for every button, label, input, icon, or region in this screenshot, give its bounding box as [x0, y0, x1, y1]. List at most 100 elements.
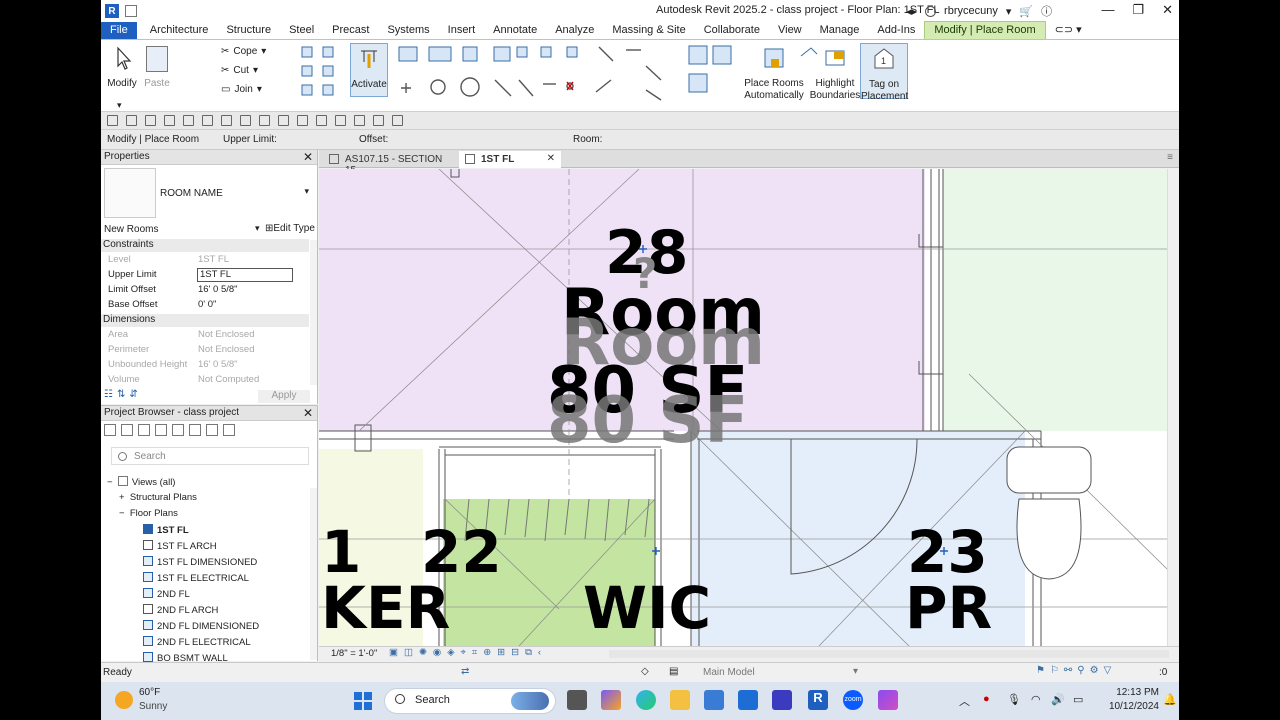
prop-row-base-offset[interactable]: Base Offset 0' 0" — [101, 298, 309, 313]
tab-view[interactable]: View — [769, 22, 811, 39]
structural-plans-node[interactable]: + Structural Plans — [119, 492, 197, 503]
constraints-section[interactable]: Constraints — [101, 239, 309, 252]
schedule-icon[interactable] — [155, 424, 167, 436]
active-model[interactable]: Main Model — [703, 667, 755, 678]
tab-file[interactable]: File — [101, 22, 137, 39]
chevron-down-icon[interactable]: ▾ — [304, 186, 309, 197]
floor-plan-item[interactable]: 1ST FL ELECTRICAL — [143, 572, 249, 584]
weather-text[interactable]: Sunny — [139, 701, 167, 712]
sort-za-icon[interactable]: ⇵ — [129, 389, 137, 400]
task-view-icon[interactable] — [567, 690, 587, 710]
tab-options-icon[interactable]: ⊂⊃ ▾ — [1046, 21, 1091, 39]
modify-dropdown-icon[interactable]: ▾ — [117, 100, 122, 111]
user-icon[interactable] — [925, 5, 937, 17]
floor-plan-item[interactable]: 2ND FL ARCH — [143, 604, 218, 616]
tray-chevron-icon[interactable]: ︿ — [959, 693, 970, 709]
edge-icon[interactable] — [636, 690, 656, 710]
section-icon[interactable] — [316, 115, 327, 126]
switch-windows-icon[interactable] — [373, 115, 384, 126]
floor-plan-item[interactable]: 2ND FL — [143, 588, 190, 600]
sort-az-icon[interactable]: ⇅ — [117, 389, 125, 400]
tray-app-icon[interactable]: ● — [983, 693, 990, 705]
save-icon[interactable] — [126, 115, 137, 126]
maximize-button[interactable]: ❐ — [1132, 2, 1144, 18]
activate-button[interactable]: Activate — [350, 43, 388, 97]
thin-lines-icon[interactable] — [335, 115, 346, 126]
tab-analyze[interactable]: Analyze — [546, 22, 603, 39]
tab-collaborate[interactable]: Collaborate — [695, 22, 769, 39]
properties-scrollbar[interactable] — [310, 240, 317, 385]
view-icon[interactable] — [121, 424, 133, 436]
family-icon[interactable] — [172, 424, 184, 436]
filter-dropdown-icon[interactable]: ▾ — [255, 223, 260, 234]
file-explorer-icon[interactable] — [670, 690, 690, 710]
tab-menu-icon[interactable]: ≡ — [1167, 152, 1173, 163]
tab-annotate[interactable]: Annotate — [484, 22, 546, 39]
floor-plan-item[interactable]: 1ST FL ARCH — [143, 540, 217, 552]
mic-icon[interactable]: 🎙 — [1007, 693, 1021, 706]
taskbar-search[interactable]: Search — [384, 688, 556, 714]
modify-button[interactable]: Modify — [105, 43, 139, 90]
clipchamp-icon[interactable] — [878, 690, 898, 710]
home-icon[interactable] — [104, 424, 116, 436]
close-icon[interactable]: ✕ — [303, 406, 313, 420]
close-icon[interactable]: ✕ — [303, 150, 313, 164]
tab-structure[interactable]: Structure — [217, 22, 280, 39]
canvas-horizontal-scrollbar[interactable] — [609, 650, 1169, 658]
arrow-icon[interactable]: ◂▸ — [906, 5, 917, 18]
username[interactable]: rbrycecuny — [944, 5, 998, 17]
undo-icon[interactable] — [164, 115, 175, 126]
view-control-icons[interactable]: ▣◫✺◉◈⌖⌗⊕⊞⊟⧉‹ — [389, 647, 547, 658]
selection-icons[interactable]: ⚑⚐⚯⚲⚙▽ — [1036, 665, 1116, 676]
highlight-boundaries-button[interactable]: Highlight Boundaries — [809, 43, 861, 102]
revit-logo-icon[interactable]: R — [105, 4, 119, 18]
customize-icon[interactable] — [392, 115, 403, 126]
copilot-icon[interactable] — [601, 690, 621, 710]
floor-plan-item[interactable]: 1ST FL — [143, 524, 189, 536]
close-hidden-icon[interactable] — [354, 115, 365, 126]
categorize-icon[interactable]: ☷ — [104, 389, 113, 400]
tag-icon[interactable] — [259, 115, 270, 126]
mail-icon[interactable] — [738, 690, 758, 710]
tab-systems[interactable]: Systems — [378, 22, 438, 39]
home-icon[interactable] — [125, 5, 137, 17]
revit-taskbar-icon[interactable]: R — [808, 690, 828, 710]
worksharing-icon[interactable]: ⇄ — [461, 666, 469, 677]
redo-icon[interactable] — [183, 115, 194, 126]
upper-limit-input[interactable]: 1ST FL — [197, 268, 293, 282]
cut-button[interactable]: ✂ Cut ▾ — [221, 65, 258, 76]
app-icon[interactable] — [772, 690, 792, 710]
minimize-button[interactable]: — — [1101, 2, 1114, 18]
tab-precast[interactable]: Precast — [323, 22, 378, 39]
print-icon[interactable] — [202, 115, 213, 126]
tab-massing-site[interactable]: Massing & Site — [603, 22, 694, 39]
type-selector[interactable]: ROOM NAME — [160, 188, 223, 199]
views-all-node[interactable]: − Views (all) — [107, 476, 175, 488]
join-button[interactable]: ▭ Join ▾ — [221, 84, 262, 95]
windows-start-icon[interactable] — [354, 692, 372, 710]
tag-on-placement-button[interactable]: 1 Tag on Placement — [860, 43, 908, 102]
help-icon[interactable]: ⓘ — [1041, 3, 1052, 19]
canvas-vertical-scrollbar[interactable] — [1167, 169, 1179, 646]
notification-bell-icon[interactable]: 🔔 — [1163, 693, 1177, 706]
sheet-icon[interactable] — [138, 424, 150, 436]
design-options-icon[interactable]: ◇ — [641, 666, 649, 677]
clock-date[interactable]: 10/12/2024 — [1095, 701, 1159, 712]
tab-add-ins[interactable]: Add-Ins — [868, 22, 924, 39]
floor-plan-item[interactable]: 2ND FL DIMENSIONED — [143, 620, 259, 632]
model-dropdown-icon[interactable]: ▾ — [853, 666, 858, 677]
cart-icon[interactable]: 🛒 — [1019, 5, 1033, 18]
tab-1st-fl[interactable]: 1ST FL ✕ — [459, 151, 561, 168]
tab-architecture[interactable]: Architecture — [141, 22, 218, 39]
battery-icon[interactable]: ▭ — [1073, 693, 1083, 706]
chain-icon[interactable] — [223, 424, 235, 436]
store-icon[interactable] — [704, 690, 724, 710]
floor-plan-item[interactable]: 1ST FL DIMENSIONED — [143, 556, 257, 568]
measure-icon[interactable] — [221, 115, 232, 126]
browser-search-input[interactable]: Search — [111, 447, 309, 465]
tab-steel[interactable]: Steel — [280, 22, 323, 39]
dimension-icon[interactable] — [240, 115, 251, 126]
model-icon[interactable]: ▤ — [669, 666, 678, 677]
cope-button[interactable]: ✂ Cope ▾ — [221, 46, 266, 57]
dimensions-section[interactable]: Dimensions — [101, 314, 309, 327]
